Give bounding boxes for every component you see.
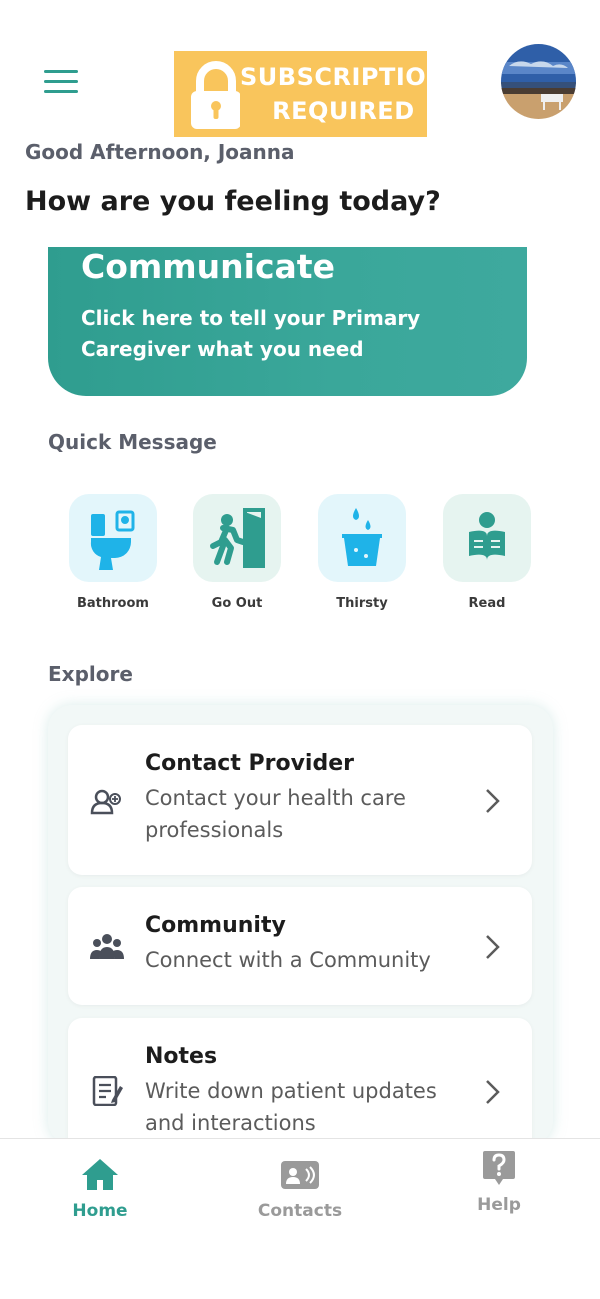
community-group-icon xyxy=(90,931,124,961)
lock-icon xyxy=(174,51,241,137)
quick-label: Bathroom xyxy=(77,596,149,611)
feeling-question: How are you feeling today? xyxy=(25,186,441,217)
banner-line-2: REQUIRED xyxy=(272,97,415,125)
provider-contact-icon xyxy=(90,787,124,817)
nav-contacts[interactable]: Contacts xyxy=(240,1157,360,1221)
profile-photo-image xyxy=(501,44,576,119)
card-title: Notes xyxy=(145,1044,218,1069)
hamburger-menu-icon xyxy=(44,70,78,73)
nav-help[interactable]: Help xyxy=(439,1149,559,1215)
quick-message-go-out[interactable]: Go Out xyxy=(192,494,282,611)
quick-tile xyxy=(318,494,406,582)
communicate-card[interactable]: Communicate Click here to tell your Prim… xyxy=(48,247,527,396)
nav-home[interactable]: Home xyxy=(40,1157,160,1221)
notes-icon xyxy=(90,1075,124,1107)
communicate-title: Communicate xyxy=(81,247,335,286)
community-card[interactable]: Community Connect with a Community xyxy=(68,887,532,1005)
toilet-icon xyxy=(90,510,135,570)
exit-door-icon xyxy=(210,508,265,568)
chevron-right-icon xyxy=(484,933,502,961)
greeting-text: Good Afternoon, Joanna xyxy=(25,140,295,164)
chevron-right-icon xyxy=(484,787,502,815)
bottom-navigation: Home Contacts Help xyxy=(0,1138,600,1299)
card-description: Write down patient updates and interacti… xyxy=(145,1079,437,1135)
avatar[interactable] xyxy=(501,44,576,119)
banner-text: SUBSCRIPTION REQUIRED xyxy=(240,60,447,128)
menu-button[interactable] xyxy=(40,66,82,98)
quick-message-bathroom[interactable]: Bathroom xyxy=(68,494,158,611)
quick-label: Thirsty xyxy=(336,596,388,611)
chevron-right-icon xyxy=(484,1078,502,1106)
quick-tile xyxy=(193,494,281,582)
quick-label: Read xyxy=(468,596,506,611)
quick-tile xyxy=(443,494,531,582)
banner-line-1: SUBSCRIPTION xyxy=(240,63,447,91)
subscription-required-banner[interactable]: SUBSCRIPTION REQUIRED xyxy=(174,51,446,137)
nav-label: Contacts xyxy=(257,1201,343,1221)
card-title: Community xyxy=(145,913,286,938)
quick-message-heading: Quick Message xyxy=(48,430,217,454)
quick-message-thirsty[interactable]: Thirsty xyxy=(317,494,407,611)
communicate-subtitle: Click here to tell your Primary Caregive… xyxy=(81,306,421,361)
card-description: Connect with a Community xyxy=(145,948,431,972)
quick-tile xyxy=(69,494,157,582)
contact-provider-card[interactable]: Contact Provider Contact your health car… xyxy=(68,725,532,875)
contacts-card-icon xyxy=(281,1161,319,1189)
home-icon xyxy=(82,1159,118,1190)
quick-message-read[interactable]: Read xyxy=(442,494,532,611)
help-question-icon xyxy=(483,1151,515,1185)
quick-label: Go Out xyxy=(211,596,263,611)
nav-label: Home xyxy=(72,1201,128,1221)
card-title: Contact Provider xyxy=(145,751,354,776)
card-description: Contact your health care professionals xyxy=(145,786,406,842)
water-glass-icon xyxy=(342,508,382,566)
reading-book-icon xyxy=(469,512,505,560)
explore-heading: Explore xyxy=(48,662,133,686)
nav-label: Help xyxy=(477,1195,521,1215)
